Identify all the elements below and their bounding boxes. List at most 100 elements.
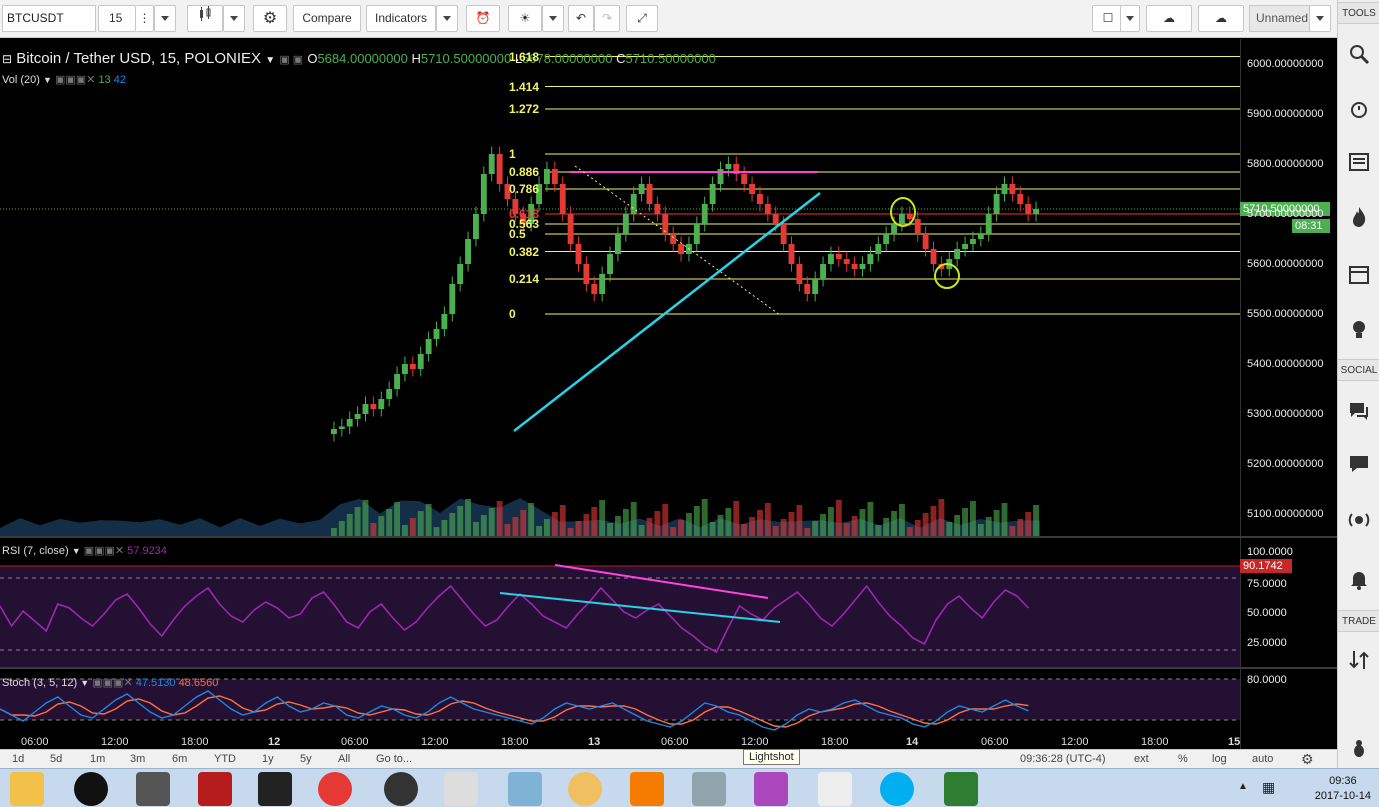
private-chat-icon[interactable] [1347,452,1371,476]
symbol-title[interactable]: Bitcoin / Tether USD, 15, POLONIEX [16,50,261,67]
paint-icon[interactable] [568,772,602,806]
calculator-icon[interactable] [692,772,726,806]
right-toolbar: TOOLS SOCIAL TRADE [1337,0,1379,768]
indicators-dropdown[interactable] [436,5,458,32]
task-manager-icon[interactable] [944,772,978,806]
interval-selector[interactable]: 15 [98,5,136,32]
stoch-label[interactable]: Stoch (3, 5, 12) [2,677,77,689]
streams-icon[interactable] [1347,508,1371,532]
layout-name-dropdown[interactable] [1309,5,1331,32]
media-app-icon[interactable] [136,772,170,806]
watchlist-icon[interactable] [1347,150,1371,174]
candle-body [615,234,621,254]
load-layout-button[interactable]: ☁ [1146,5,1192,32]
range-1d[interactable]: 1d [12,753,24,765]
file-explorer-icon[interactable] [10,772,44,806]
range-6m[interactable]: 6m [172,753,187,765]
auto-toggle[interactable]: auto [1252,753,1273,765]
search-icon[interactable] [1347,42,1371,66]
rsi-label[interactable]: RSI (7, close) [2,545,69,557]
live-app-icon[interactable] [74,772,108,806]
chevron-down-icon[interactable]: ▼ [72,546,81,556]
chrome-icon[interactable] [318,772,352,806]
pane-separator[interactable] [0,536,1337,538]
shield-app-icon[interactable] [198,772,232,806]
candle-body [1025,204,1032,214]
notes-icon[interactable] [508,772,542,806]
lightshot-icon[interactable] [754,772,788,806]
chart-style-dropdown[interactable] [223,5,245,32]
fullscreen-button[interactable]: ⤢ [626,5,658,32]
gear-icon[interactable]: ⚙ [1301,751,1314,768]
legend-buttons-icon[interactable]: ▣▣▣✕ [84,545,124,557]
range-all[interactable]: All [338,753,350,765]
range-1m[interactable]: 1m [90,753,105,765]
idea-dropdown[interactable] [542,5,564,32]
candle-body [1009,184,1016,194]
rsi-axis-label: 75.0000 [1247,578,1287,590]
legend-buttons-icon[interactable]: ▣▣▣✕ [92,677,132,689]
system-clock[interactable]: 09:36 2017-10-14 [1315,774,1371,804]
candle-body [646,184,653,204]
chevron-down-icon[interactable]: ▼ [43,75,52,85]
volume-bar [780,519,787,536]
undo-button[interactable]: ↶ [568,5,594,32]
range-5y[interactable]: 5y [300,753,312,765]
volume-bar [725,508,732,536]
chevron-down-icon[interactable]: ▼ [80,678,89,688]
chart-style-button[interactable] [187,5,223,32]
legend-buttons-icon[interactable]: ▣▣▣✕ [55,74,95,86]
settings-button[interactable]: ⚙ [253,5,287,32]
log-toggle[interactable]: log [1212,753,1227,765]
notification-bell-icon[interactable] [1347,567,1371,591]
volume-bar [417,511,424,536]
headphones-icon[interactable] [384,772,418,806]
candle-body [764,204,771,214]
candle-body [891,224,897,234]
main-legend: ⊟ Bitcoin / Tether USD, 15, POLONIEX ▼ ▣… [2,50,716,67]
chart-canvas[interactable] [0,39,1337,749]
trading-arrows-icon[interactable] [1347,648,1371,672]
ideas-lightbulb-icon[interactable] [1347,317,1371,341]
volume-bar [1009,526,1016,536]
chevron-down-icon [161,16,169,22]
pane-separator[interactable] [0,667,1337,669]
collapse-icon[interactable]: ⊟ [2,52,12,66]
volume-bar [788,512,795,536]
volume-label[interactable]: Vol (20) [2,74,40,86]
alarm-clock-icon[interactable] [1347,97,1371,121]
redo-button[interactable]: ↷ [594,5,620,32]
ext-toggle[interactable]: ext [1134,753,1149,765]
chevron-down-icon[interactable]: ▼ [265,55,275,66]
symbol-input[interactable]: BTCUSDT [2,5,96,32]
legend-buttons-icon[interactable]: ▣ ▣ [279,54,303,66]
range-3m[interactable]: 3m [130,753,145,765]
hotlist-flame-icon[interactable] [1347,205,1371,229]
bug-report-icon[interactable] [1347,737,1371,761]
indicators-button[interactable]: Indicators [366,5,436,32]
interval-dropdown-button[interactable] [154,5,176,32]
media-player-icon[interactable] [630,772,664,806]
range-1y[interactable]: 1y [262,753,274,765]
compare-button[interactable]: Compare [293,5,361,32]
document-icon[interactable] [818,772,852,806]
volume-bar [993,510,1000,536]
alert-button[interactable]: ⏰ [466,5,500,32]
range-5d[interactable]: 5d [50,753,62,765]
candle-body [473,214,479,239]
layout-dropdown[interactable] [1120,5,1140,32]
interval-menu-icon[interactable]: ⋮ [136,5,154,32]
goto-date[interactable]: Go to... [376,753,412,765]
calendar-icon[interactable] [1347,262,1371,286]
mp3-converter-icon[interactable] [444,772,478,806]
save-layout-button[interactable]: ☁ [1198,5,1244,32]
command-prompt-icon[interactable] [258,772,292,806]
candle-body [930,249,937,264]
range-ytd[interactable]: YTD [214,753,236,765]
skype-icon[interactable] [880,772,914,806]
network-icon[interactable]: ▦ [1262,779,1275,796]
chat-icon[interactable] [1347,399,1371,423]
idea-button[interactable]: ☀ [508,5,542,32]
tray-chevron-up-icon[interactable]: ▲ [1238,781,1248,792]
percent-toggle[interactable]: % [1178,753,1188,765]
